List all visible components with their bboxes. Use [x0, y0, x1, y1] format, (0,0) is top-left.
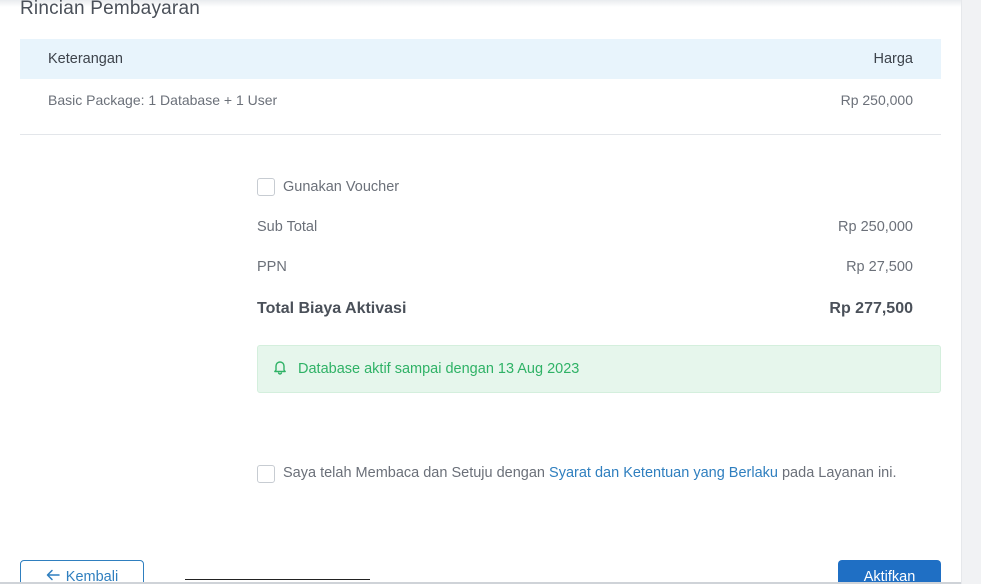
item-price: Rp 250,000 — [840, 92, 913, 108]
total-value: Rp 277,500 — [829, 300, 913, 317]
voucher-label: Gunakan Voucher — [283, 179, 400, 195]
page-title: Rincian Pembayaran — [20, 0, 200, 19]
voucher-option[interactable]: Gunakan Voucher — [257, 178, 399, 196]
total-label: Total Biaya Aktivasi — [257, 300, 407, 317]
activate-button[interactable]: Aktifkan — [838, 560, 941, 584]
terms-checkbox[interactable] — [257, 465, 275, 483]
terms-agreement: Saya telah Membaca dan Setuju dengan Sya… — [257, 463, 941, 484]
scrollbar[interactable] — [961, 0, 981, 584]
item-description: Basic Package: 1 Database + 1 User — [48, 92, 278, 108]
subtotal-value: Rp 250,000 — [838, 219, 913, 235]
terms-text: Saya telah Membaca dan Setuju dengan Sya… — [283, 463, 896, 484]
subtotal-label: Sub Total — [257, 219, 318, 235]
terms-text-before: Saya telah Membaca dan Setuju dengan — [283, 465, 550, 481]
column-header-price: Harga — [873, 51, 914, 67]
back-button[interactable]: Kembali — [20, 560, 144, 584]
column-header-description: Keterangan — [48, 51, 123, 67]
bell-icon — [272, 359, 288, 379]
table-header: Keterangan Harga — [20, 39, 941, 79]
ppn-value: Rp 27,500 — [846, 259, 913, 275]
ppn-row: PPN Rp 27,500 — [257, 259, 913, 275]
voucher-checkbox[interactable] — [257, 178, 275, 196]
terms-link[interactable]: Syarat dan Ketentuan yang Berlaku — [549, 465, 778, 481]
table-row: Basic Package: 1 Database + 1 User Rp 25… — [20, 80, 941, 135]
bottom-text-fragment — [185, 579, 370, 582]
total-row: Total Biaya Aktivasi Rp 277,500 — [257, 300, 913, 318]
ppn-label: PPN — [257, 259, 287, 275]
active-until-notice: Database aktif sampai dengan 13 Aug 2023 — [257, 345, 941, 393]
terms-text-after: pada Layanan ini. — [777, 465, 897, 481]
subtotal-row: Sub Total Rp 250,000 — [257, 219, 913, 235]
notice-text: Database aktif sampai dengan 13 Aug 2023 — [298, 361, 580, 377]
